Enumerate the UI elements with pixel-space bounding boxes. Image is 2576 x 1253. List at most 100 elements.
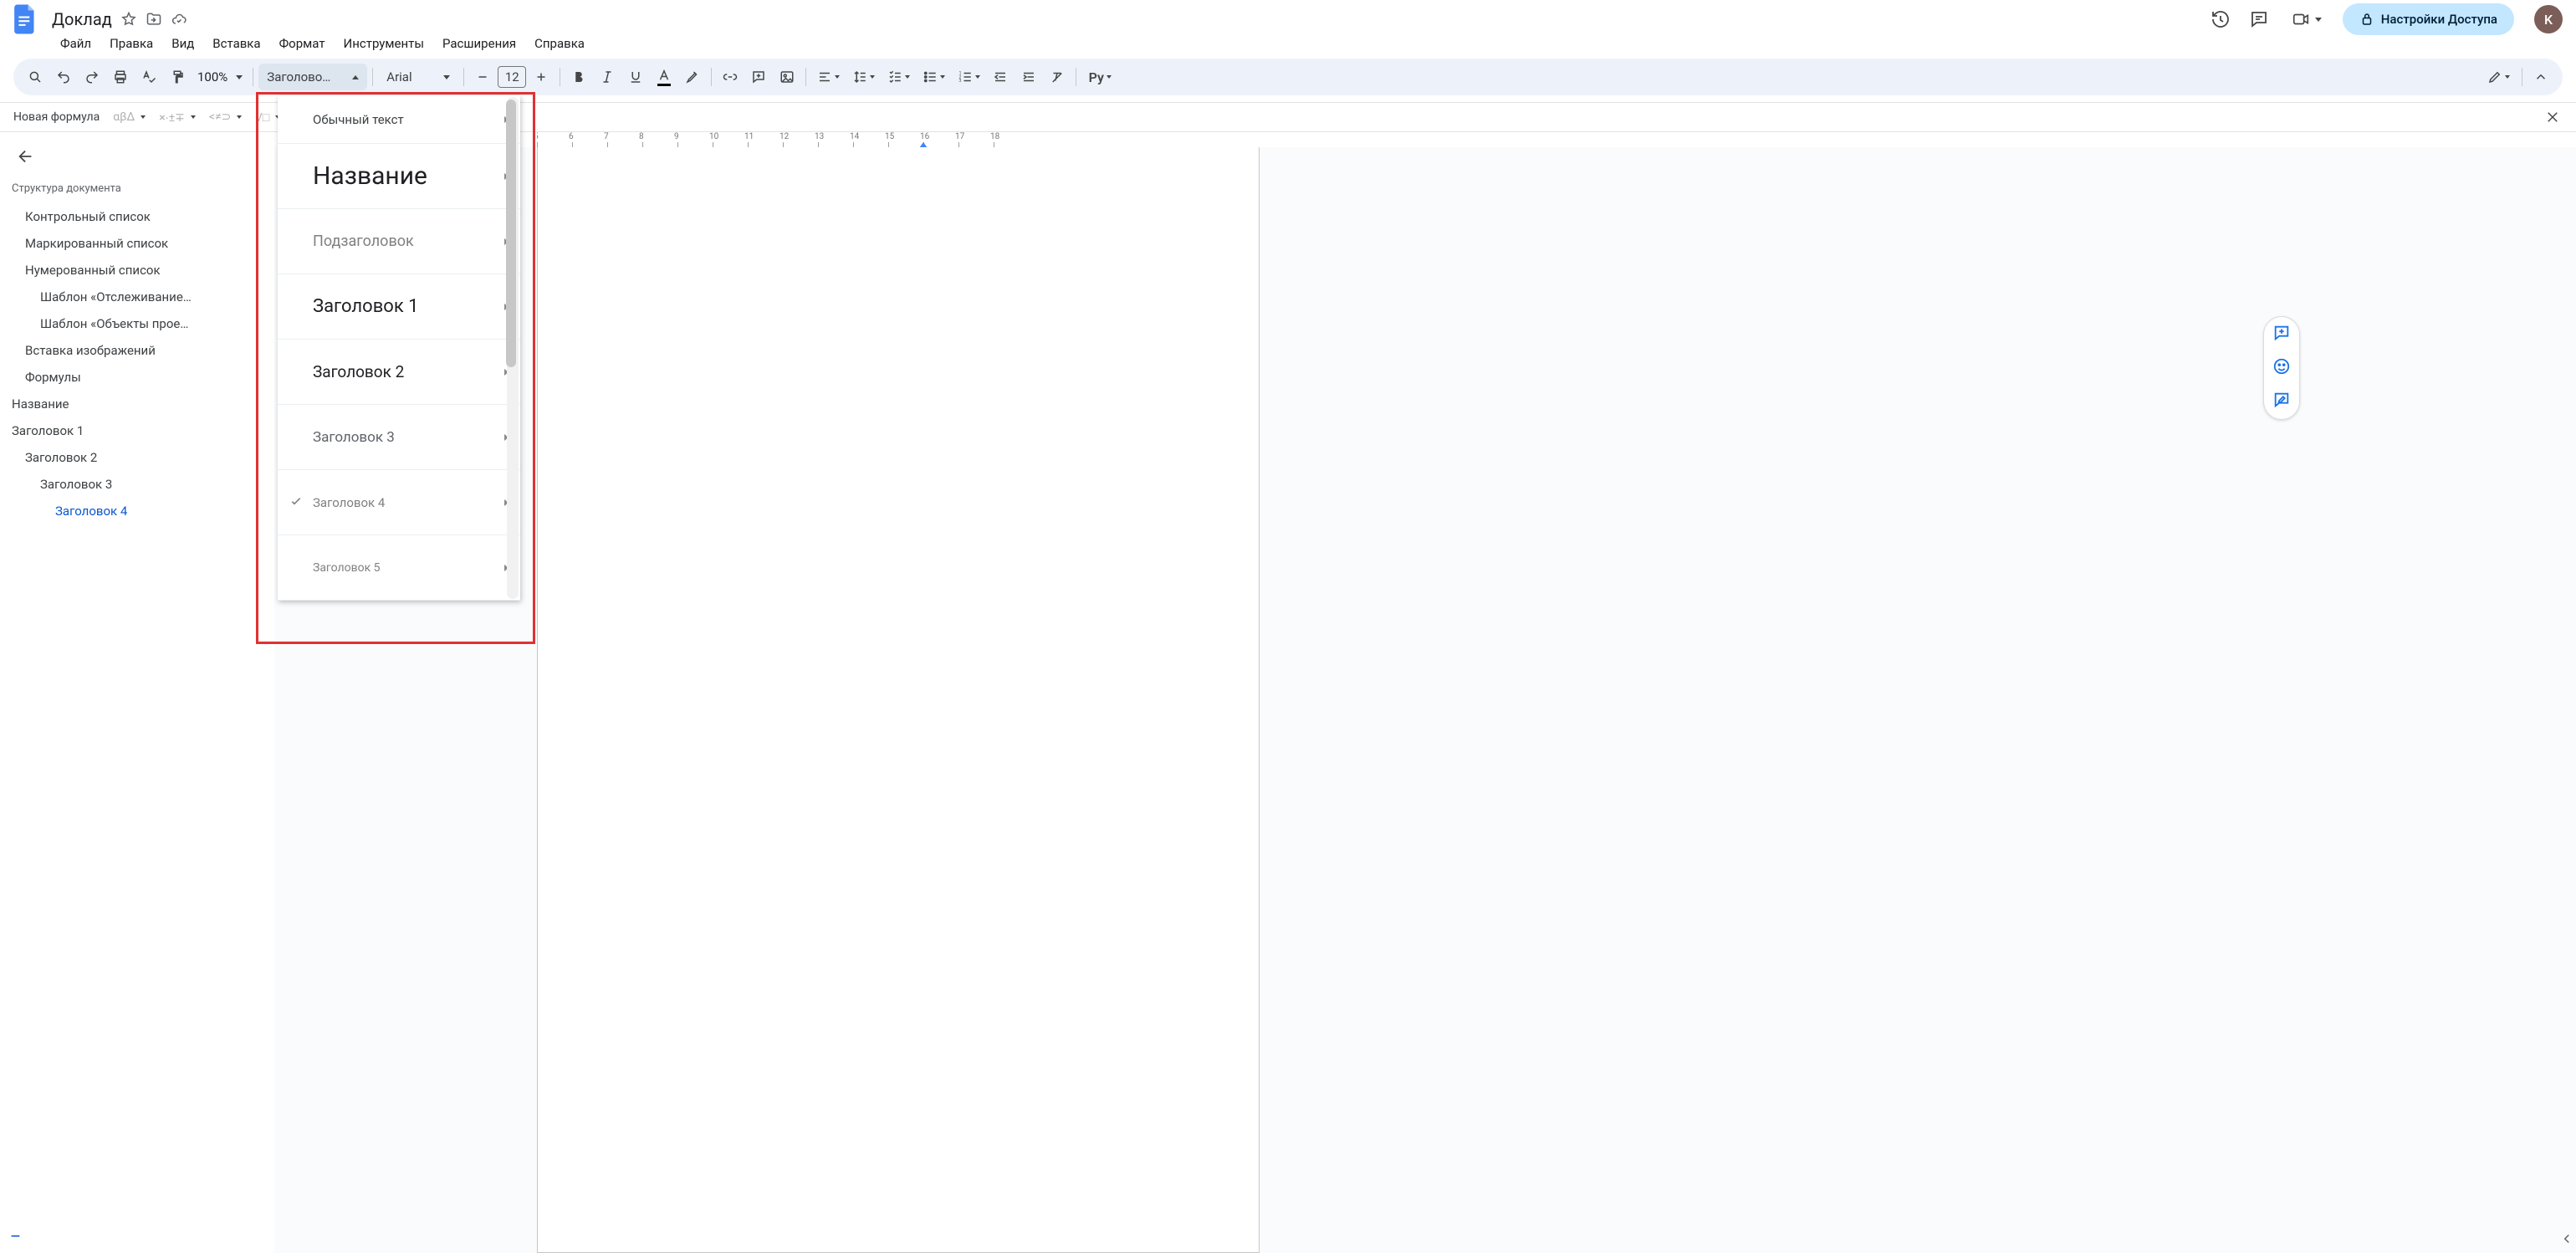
- collapse-toolbar-button[interactable]: [2527, 64, 2554, 90]
- bold-button[interactable]: [565, 64, 592, 90]
- add-comment-button[interactable]: [745, 64, 772, 90]
- vertical-ruler[interactable]: [259, 147, 274, 1253]
- outline-item[interactable]: Вставка изображений: [12, 337, 251, 364]
- font-size-decrease[interactable]: [469, 64, 496, 90]
- ruler-number: 6: [569, 132, 574, 141]
- equation-ops-icon[interactable]: ×∙±∓: [159, 110, 196, 125]
- docs-logo-icon[interactable]: [8, 3, 42, 36]
- style-option-label: Заголовок 4: [313, 495, 385, 510]
- spellcheck-icon[interactable]: [135, 64, 162, 90]
- document-page[interactable]: [537, 147, 1260, 1253]
- style-option[interactable]: Обычный текст: [278, 95, 520, 144]
- style-option-label: Заголовок 1: [313, 296, 419, 317]
- account-avatar[interactable]: K: [2534, 5, 2563, 33]
- doc-title[interactable]: Доклад: [52, 9, 112, 29]
- cloud-saved-icon[interactable]: [171, 11, 187, 28]
- style-option[interactable]: Заголовок 2: [278, 340, 520, 405]
- menu-file[interactable]: Файл: [52, 33, 100, 54]
- dropdown-scrollbar[interactable]: [507, 97, 519, 599]
- menu-tools[interactable]: Инструменты: [335, 33, 432, 54]
- highlight-color-button[interactable]: [679, 64, 706, 90]
- outline-back-icon[interactable]: [12, 144, 40, 169]
- main-area: Структура документа Контрольный списокМа…: [0, 132, 2576, 1253]
- clear-formatting-button[interactable]: [1044, 64, 1071, 90]
- underline-button[interactable]: [622, 64, 649, 90]
- style-option[interactable]: Заголовок 5: [278, 535, 520, 601]
- input-tools-button[interactable]: Ру: [1081, 64, 1118, 90]
- italic-button[interactable]: [594, 64, 621, 90]
- text-color-swatch: [657, 84, 671, 86]
- titlebar: Доклад Настройки Доступа K: [0, 0, 2576, 33]
- align-button[interactable]: [811, 64, 845, 90]
- undo-icon[interactable]: [50, 64, 77, 90]
- suggest-edits-icon[interactable]: [2272, 391, 2291, 412]
- move-folder-icon[interactable]: [146, 11, 162, 28]
- chevron-down-icon: [905, 75, 910, 79]
- outline-item[interactable]: Контрольный список: [12, 203, 251, 230]
- outline-item[interactable]: Формулы: [12, 364, 251, 391]
- outline-item[interactable]: Заголовок 1: [12, 417, 251, 444]
- outline-item[interactable]: Маркированный список: [12, 230, 251, 257]
- horizontal-ruler[interactable]: 56789101112131415161718: [259, 132, 2576, 147]
- redo-icon[interactable]: [79, 64, 105, 90]
- equation-sqrt-icon[interactable]: √□: [255, 110, 280, 125]
- menubar: Файл Правка Вид Вставка Формат Инструмен…: [0, 33, 2576, 59]
- menu-format[interactable]: Формат: [271, 33, 334, 54]
- line-spacing-button[interactable]: [846, 64, 880, 90]
- style-option[interactable]: Заголовок 4: [278, 470, 520, 535]
- share-button[interactable]: Настройки Доступа: [2343, 3, 2514, 35]
- star-icon[interactable]: [120, 11, 137, 28]
- indent-decrease-button[interactable]: [987, 64, 1014, 90]
- equation-greek-icon[interactable]: αβΔ: [113, 110, 146, 124]
- font-size-increase[interactable]: [528, 64, 555, 90]
- menu-view[interactable]: Вид: [163, 33, 202, 54]
- outline-item[interactable]: Заголовок 2: [12, 444, 251, 471]
- search-icon[interactable]: [22, 64, 49, 90]
- bulleted-list-button[interactable]: [917, 64, 950, 90]
- outline-item[interactable]: Заголовок 4: [12, 498, 251, 524]
- insert-link-button[interactable]: [717, 64, 744, 90]
- chevron-down-icon: [443, 75, 450, 79]
- style-option[interactable]: Заголовок 1: [278, 274, 520, 340]
- font-size-input[interactable]: 12: [498, 66, 526, 88]
- zoom-select[interactable]: 100%: [192, 69, 248, 84]
- ruler-number: 11: [744, 132, 754, 141]
- outline-item[interactable]: Шаблон «Объекты прое…: [12, 310, 251, 337]
- chevron-down-icon: [975, 75, 980, 79]
- outline-item[interactable]: Заголовок 3: [12, 471, 251, 498]
- history-icon[interactable]: [2209, 8, 2232, 31]
- scrollbar-thumb[interactable]: [506, 100, 516, 367]
- text-color-button[interactable]: [651, 64, 677, 90]
- explore-chevron-icon[interactable]: [2559, 1231, 2574, 1250]
- style-option[interactable]: Название: [278, 144, 520, 209]
- equation-new-label[interactable]: Новая формула: [13, 110, 100, 124]
- style-option[interactable]: Подзаголовок: [278, 209, 520, 274]
- separator: [372, 68, 373, 86]
- chevron-down-icon: [2505, 75, 2510, 79]
- paragraph-style-select[interactable]: Заголово…: [258, 64, 367, 90]
- close-icon[interactable]: [2539, 104, 2566, 130]
- zoom-value: 100%: [197, 69, 227, 84]
- add-comment-icon[interactable]: [2272, 324, 2291, 345]
- print-icon[interactable]: [107, 64, 134, 90]
- indent-increase-button[interactable]: [1015, 64, 1042, 90]
- insert-image-button[interactable]: [774, 64, 800, 90]
- checklist-button[interactable]: [882, 64, 915, 90]
- paint-format-icon[interactable]: [164, 64, 191, 90]
- outline-item[interactable]: Название: [12, 391, 251, 417]
- font-family-select[interactable]: Arial: [378, 64, 458, 90]
- outline-item[interactable]: Нумерованный список: [12, 257, 251, 284]
- equation-rel-icon[interactable]: <≠⊃: [209, 110, 243, 124]
- svg-text:3: 3: [958, 79, 961, 84]
- meet-button[interactable]: [2286, 8, 2328, 31]
- outline-item[interactable]: Шаблон «Отслеживание…: [12, 284, 251, 310]
- editing-mode-button[interactable]: [2480, 64, 2517, 90]
- menu-help[interactable]: Справка: [526, 33, 593, 54]
- menu-insert[interactable]: Вставка: [204, 33, 268, 54]
- menu-edit[interactable]: Правка: [101, 33, 161, 54]
- comments-icon[interactable]: [2247, 8, 2271, 31]
- menu-extensions[interactable]: Расширения: [434, 33, 524, 54]
- numbered-list-button[interactable]: 123: [952, 64, 985, 90]
- style-option[interactable]: Заголовок 3: [278, 405, 520, 470]
- emoji-icon[interactable]: [2272, 357, 2291, 379]
